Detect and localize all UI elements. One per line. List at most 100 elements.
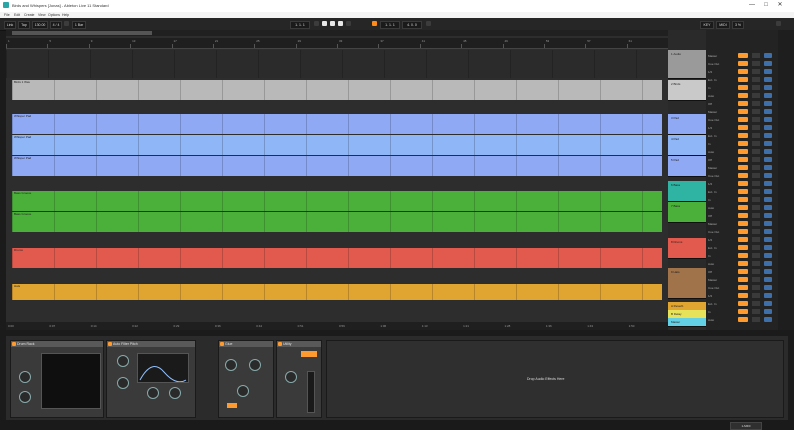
mixer-activator-button[interactable] bbox=[738, 165, 748, 170]
mixer-volume-field[interactable] bbox=[752, 293, 760, 298]
key-map-toggle[interactable]: KEY bbox=[700, 21, 714, 29]
menu-file[interactable]: File bbox=[4, 13, 10, 17]
mixer-solo-button[interactable] bbox=[764, 213, 772, 218]
mixer-volume-field[interactable] bbox=[752, 93, 760, 98]
mixer-solo-button[interactable] bbox=[764, 165, 772, 170]
track-lane-pad-1[interactable]: Whisper Pad bbox=[6, 114, 668, 134]
track-lane-pad-3[interactable]: Whisper Pad bbox=[6, 156, 668, 176]
beat-time-ruler[interactable]: 1 5 9 13 17 21 25 29 33 37 41 45 49 53 57 61 bbox=[6, 38, 668, 49]
mixer-volume-field[interactable] bbox=[752, 197, 760, 202]
metronome-quantize[interactable]: 1 Bar bbox=[72, 21, 86, 29]
mixer-activator-button[interactable] bbox=[738, 285, 748, 290]
track-header[interactable]: 3 Pad bbox=[668, 114, 706, 135]
minimize-button[interactable]: — bbox=[748, 2, 756, 9]
phase-toggle[interactable] bbox=[301, 351, 317, 357]
mixer-activator-button[interactable] bbox=[738, 269, 748, 274]
mixer-activator-button[interactable] bbox=[738, 149, 748, 154]
track-name[interactable]: 3 Pad bbox=[671, 116, 679, 120]
track-name[interactable]: A Reverb bbox=[671, 304, 683, 308]
mixer-solo-button[interactable] bbox=[764, 229, 772, 234]
mixer-activator-button[interactable] bbox=[738, 197, 748, 202]
clip-bass-2[interactable]: Bass Groove bbox=[12, 212, 662, 232]
dry-wet-knob[interactable] bbox=[237, 385, 249, 397]
mixer-volume-field[interactable] bbox=[752, 277, 760, 282]
mixer-solo-button[interactable] bbox=[764, 133, 772, 138]
mixer-solo-button[interactable] bbox=[764, 253, 772, 258]
mixer-activator-button[interactable] bbox=[738, 85, 748, 90]
arrangement-overview[interactable] bbox=[6, 30, 668, 36]
mixer-activator-button[interactable] bbox=[738, 229, 748, 234]
mixer-solo-button[interactable] bbox=[764, 101, 772, 106]
effects-drop-area[interactable]: Drop Audio Effects Here bbox=[326, 340, 784, 418]
menu-edit[interactable]: Edit bbox=[14, 13, 20, 17]
pad-display[interactable] bbox=[41, 353, 101, 409]
status-track-field[interactable]: 1-MIDI bbox=[730, 422, 762, 430]
mixer-solo-button[interactable] bbox=[764, 173, 772, 178]
loop-start-field[interactable]: 1. 1. 1 bbox=[380, 21, 400, 29]
track-name[interactable]: 6 Bass bbox=[671, 183, 680, 187]
mixer-volume-field[interactable] bbox=[752, 317, 760, 322]
mixer-activator-button[interactable] bbox=[738, 117, 748, 122]
mixer-volume-field[interactable] bbox=[752, 229, 760, 234]
track-lane-birds[interactable]: Birds 1 Wav bbox=[6, 80, 668, 100]
device-auto-filter[interactable]: Auto Filter Pitch bbox=[106, 340, 196, 418]
mixer-volume-field[interactable] bbox=[752, 253, 760, 258]
lfo-amount-knob[interactable] bbox=[169, 387, 181, 399]
mixer-solo-button[interactable] bbox=[764, 301, 772, 306]
overdub-icon[interactable] bbox=[338, 21, 343, 26]
maximize-button[interactable]: □ bbox=[762, 2, 770, 9]
device-utility[interactable]: Utility bbox=[276, 340, 322, 418]
mixer-volume-field[interactable] bbox=[752, 141, 760, 146]
mixer-activator-button[interactable] bbox=[738, 53, 748, 58]
loop-toggle-icon[interactable] bbox=[372, 21, 377, 26]
time-signature-field[interactable]: 4 / 4 bbox=[50, 21, 62, 29]
mixer-activator-button[interactable] bbox=[738, 317, 748, 322]
mixer-solo-button[interactable] bbox=[764, 181, 772, 186]
mixer-volume-field[interactable] bbox=[752, 109, 760, 114]
device-power-icon[interactable] bbox=[220, 342, 224, 346]
device-power-icon[interactable] bbox=[278, 342, 282, 346]
track-header[interactable]: 4 Pad bbox=[668, 135, 706, 156]
track-header[interactable]: 5 Pad bbox=[668, 156, 706, 177]
tap-tempo-button[interactable]: Tap bbox=[18, 21, 30, 29]
mixer-volume-field[interactable] bbox=[752, 181, 760, 186]
clip-pad-2[interactable]: Whisper Pad bbox=[12, 135, 662, 155]
menu-view[interactable]: View bbox=[38, 13, 46, 17]
tempo-field[interactable]: 130.00 bbox=[32, 21, 48, 29]
mixer-activator-button[interactable] bbox=[738, 293, 748, 298]
mixer-solo-button[interactable] bbox=[764, 277, 772, 282]
device-drum-rack[interactable]: Drum Rack bbox=[10, 340, 104, 418]
device-power-icon[interactable] bbox=[12, 342, 16, 346]
mixer-activator-button[interactable] bbox=[738, 125, 748, 130]
mixer-activator-button[interactable] bbox=[738, 301, 748, 306]
stop-icon[interactable] bbox=[322, 21, 327, 26]
mixer-volume-field[interactable] bbox=[752, 133, 760, 138]
gain-knob[interactable] bbox=[285, 371, 297, 383]
menu-create[interactable]: Create bbox=[24, 13, 35, 17]
draw-mode-icon[interactable] bbox=[426, 21, 431, 26]
track-lane-audio[interactable] bbox=[6, 50, 668, 78]
track-name[interactable]: Master bbox=[671, 320, 680, 324]
mixer-volume-field[interactable] bbox=[752, 101, 760, 106]
track-header[interactable]: 7 Bass bbox=[668, 202, 706, 223]
track-name[interactable]: 9 Hats bbox=[671, 270, 680, 274]
menu-options[interactable]: Options bbox=[48, 13, 60, 17]
mixer-activator-button[interactable] bbox=[738, 253, 748, 258]
track-name[interactable]: 5 Pad bbox=[671, 158, 679, 162]
mixer-activator-button[interactable] bbox=[738, 245, 748, 250]
arrangement-view[interactable]: 1 5 9 13 17 21 25 29 33 37 41 45 49 53 57 61 Birds 1 Wa… bbox=[6, 30, 668, 330]
mixer-activator-button[interactable] bbox=[738, 69, 748, 74]
mixer-activator-button[interactable] bbox=[738, 173, 748, 178]
time-ruler-bottom[interactable]: 0:00 0:07 0:14 0:22 0:29 0:36 0:44 0:51 0:59 1:06… bbox=[6, 322, 668, 330]
mixer-solo-button[interactable] bbox=[764, 93, 772, 98]
mixer-solo-button[interactable] bbox=[764, 85, 772, 90]
makeup-knob[interactable] bbox=[249, 359, 261, 371]
mixer-activator-button[interactable] bbox=[738, 181, 748, 186]
mixer-solo-button[interactable] bbox=[764, 205, 772, 210]
mixer-activator-button[interactable] bbox=[738, 309, 748, 314]
clip-pad-3[interactable]: Whisper Pad bbox=[12, 156, 662, 176]
mixer-activator-button[interactable] bbox=[738, 77, 748, 82]
automation-arm-icon[interactable] bbox=[346, 21, 351, 26]
vertical-scrollbar[interactable] bbox=[778, 30, 794, 330]
device-glue[interactable]: Glue bbox=[218, 340, 274, 418]
